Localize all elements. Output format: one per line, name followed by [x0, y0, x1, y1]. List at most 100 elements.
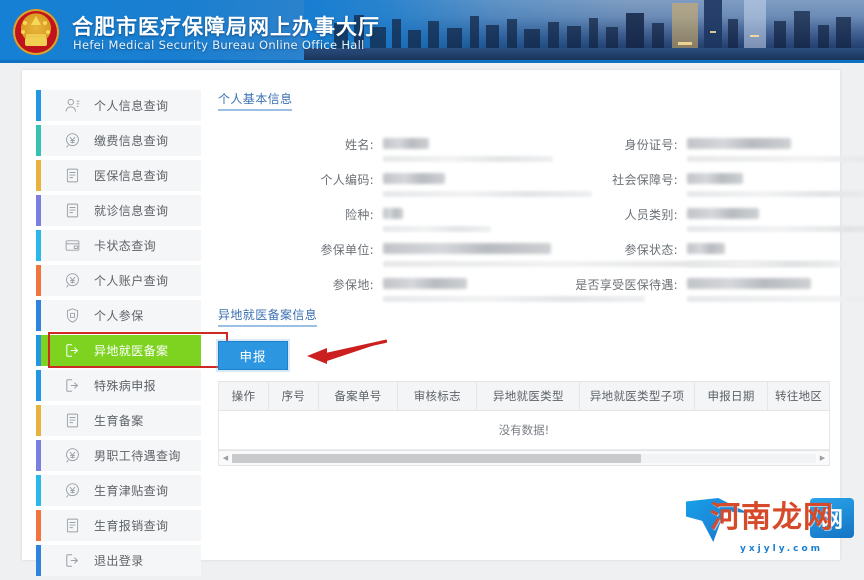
- user-icon: [64, 97, 81, 114]
- form-row: 个人编码:: [278, 171, 592, 197]
- scroll-left-arrow-icon[interactable]: ◀: [219, 452, 232, 464]
- table-empty-text: 没有数据!: [219, 410, 829, 450]
- site-header: 合肥市医疗保障局网上办事大厅 Hefei Medical Security Bu…: [0, 0, 864, 63]
- sidebar-item-label: 就诊信息查询: [94, 204, 169, 218]
- content-card: 个人信息查询 缴费信息查询 医保信息查询 就诊信息查询 卡状态查询 个人账户查询 个人参保异…: [22, 70, 864, 576]
- form-row: 身份证号:: [570, 136, 864, 162]
- sidebar-item-accent-bar: [36, 370, 41, 401]
- table-horizontal-scrollbar[interactable]: ◀ ▶: [218, 450, 830, 466]
- sidebar-item-10[interactable]: 男职工待遇查询: [36, 440, 201, 471]
- sidebar-item-accent-bar: [36, 265, 41, 296]
- yuan-coin-icon: [64, 132, 81, 149]
- table-column-header[interactable]: 异地就医类型: [476, 382, 581, 411]
- field-label: 是否享受医保待遇:: [575, 278, 678, 292]
- yuan-coin-icon: [64, 482, 81, 499]
- table-column-header[interactable]: 申报日期: [694, 382, 769, 411]
- form-row: 人员类别:: [570, 206, 864, 232]
- sidebar-item-0[interactable]: 个人信息查询: [36, 90, 201, 121]
- field-label: 人员类别:: [624, 208, 678, 222]
- main-content: 个人基本信息 姓名: 个人编码: 险种: 参保单位: 参保地: 身份证号: 社会保障号: 人员…: [218, 90, 864, 466]
- logout-icon: [64, 377, 81, 394]
- page-root: 合肥市医疗保障局网上办事大厅 Hefei Medical Security Bu…: [0, 0, 864, 576]
- section-title-remote-record: 异地就医备案信息: [218, 306, 318, 327]
- sidebar-item-accent-bar: [36, 90, 41, 121]
- sidebar-item-2[interactable]: 医保信息查询: [36, 160, 201, 191]
- card-icon: [64, 237, 81, 254]
- field-value: [383, 136, 553, 162]
- sidebar-item-1[interactable]: 缴费信息查询: [36, 125, 201, 156]
- annotation-arrow-icon: [307, 339, 387, 364]
- table-column-header[interactable]: 审核标志: [397, 382, 478, 411]
- table-column-header[interactable]: 备案单号: [318, 382, 399, 411]
- field-label: 参保地:: [332, 278, 374, 292]
- section-title-personal-info: 个人基本信息: [218, 90, 293, 111]
- sidebar-item-accent-bar: [36, 475, 41, 506]
- field-label: 社会保障号:: [612, 173, 678, 187]
- personal-info-form: 姓名: 个人编码: 险种: 参保单位: 参保地: 身份证号: 社会保障号: 人员类别: 参保状态…: [218, 128, 864, 306]
- sidebar-item-accent-bar: [36, 545, 41, 576]
- document-icon: [64, 517, 81, 534]
- table-column-header[interactable]: 序号: [268, 382, 319, 411]
- national-emblem-icon: [13, 9, 59, 55]
- scroll-right-arrow-icon[interactable]: ▶: [816, 452, 829, 464]
- table-empty-row: 没有数据!: [219, 410, 829, 450]
- form-row: 姓名:: [278, 136, 553, 162]
- sidebar-item-5[interactable]: 个人账户查询: [36, 265, 201, 296]
- apply-button[interactable]: 申报: [218, 341, 288, 370]
- table-column-header[interactable]: 异地就医类型子项: [579, 382, 695, 411]
- yuan-coin-icon: [64, 447, 81, 464]
- sidebar-item-label: 退出登录: [94, 554, 144, 568]
- field-label: 险种:: [345, 208, 374, 222]
- sidebar-item-accent-bar: [36, 510, 41, 541]
- sidebar-item-label: 个人账户查询: [94, 274, 169, 288]
- table-column-header[interactable]: 操作: [219, 382, 269, 411]
- sidebar-item-12[interactable]: 生育报销查询: [36, 510, 201, 541]
- sidebar-item-13[interactable]: 退出登录: [36, 545, 201, 576]
- sidebar-item-accent-bar: [36, 405, 41, 436]
- sidebar-item-label: 卡状态查询: [94, 239, 157, 253]
- logout-icon: [64, 342, 81, 359]
- table-header-row: 操作 序号 备案单号 审核标志 异地就医类型 异地就医类型子项 申报日期 转往地区: [219, 382, 829, 411]
- field-label: 参保状态:: [624, 243, 678, 257]
- form-row: 社会保障号:: [570, 171, 864, 197]
- sidebar-item-11[interactable]: 生育津贴查询: [36, 475, 201, 506]
- sidebar-item-accent-bar: [36, 125, 41, 156]
- form-row: 参保状态:: [570, 241, 838, 267]
- field-label: 参保单位:: [320, 243, 374, 257]
- sidebar-item-8[interactable]: 特殊病申报: [36, 370, 201, 401]
- sidebar-item-accent-bar: [36, 160, 41, 191]
- scrollbar-thumb[interactable]: [232, 453, 641, 463]
- sidebar-item-4[interactable]: 卡状态查询: [36, 230, 201, 261]
- sidebar-item-6[interactable]: 个人参保: [36, 300, 201, 331]
- sidebar-item-accent-bar: [36, 440, 41, 471]
- site-title-cn: 合肥市医疗保障局网上办事大厅: [72, 15, 380, 39]
- document-icon: [64, 202, 81, 219]
- header-bottom-strip: [0, 60, 864, 63]
- apply-button-row: 申报: [218, 339, 830, 371]
- sidebar-item-label: 医保信息查询: [94, 169, 169, 183]
- sidebar-item-accent-bar: [36, 195, 41, 226]
- record-table-wrapper: 操作 序号 备案单号 审核标志 异地就医类型 异地就医类型子项 申报日期 转往地区 没有数据!: [218, 381, 830, 450]
- sidebar-item-3[interactable]: 就诊信息查询: [36, 195, 201, 226]
- field-value: [687, 171, 864, 197]
- sidebar-item-accent-bar: [36, 230, 41, 261]
- field-label: 姓名:: [345, 138, 374, 152]
- field-label: 身份证号:: [624, 138, 678, 152]
- field-value: [687, 241, 838, 267]
- sidebar-item-label: 个人参保: [94, 309, 144, 323]
- sidebar-item-7[interactable]: 异地就医备案: [36, 335, 201, 366]
- sidebar-item-label: 个人信息查询: [94, 99, 169, 113]
- field-value: [687, 136, 864, 162]
- table-column-header[interactable]: 转往地区: [767, 382, 829, 411]
- scrollbar-track[interactable]: [232, 453, 816, 463]
- document-icon: [64, 167, 81, 184]
- sidebar-item-label: 异地就医备案: [94, 344, 169, 358]
- sidebar-item-9[interactable]: 生育备案: [36, 405, 201, 436]
- field-label: 个人编码:: [320, 173, 374, 187]
- sidebar-item-label: 男职工待遇查询: [94, 449, 181, 463]
- form-row: 是否享受医保待遇:: [570, 276, 864, 302]
- field-value: [687, 276, 864, 302]
- shield-icon: [64, 307, 81, 324]
- document-icon: [64, 412, 81, 429]
- city-skyline-image: [304, 0, 864, 63]
